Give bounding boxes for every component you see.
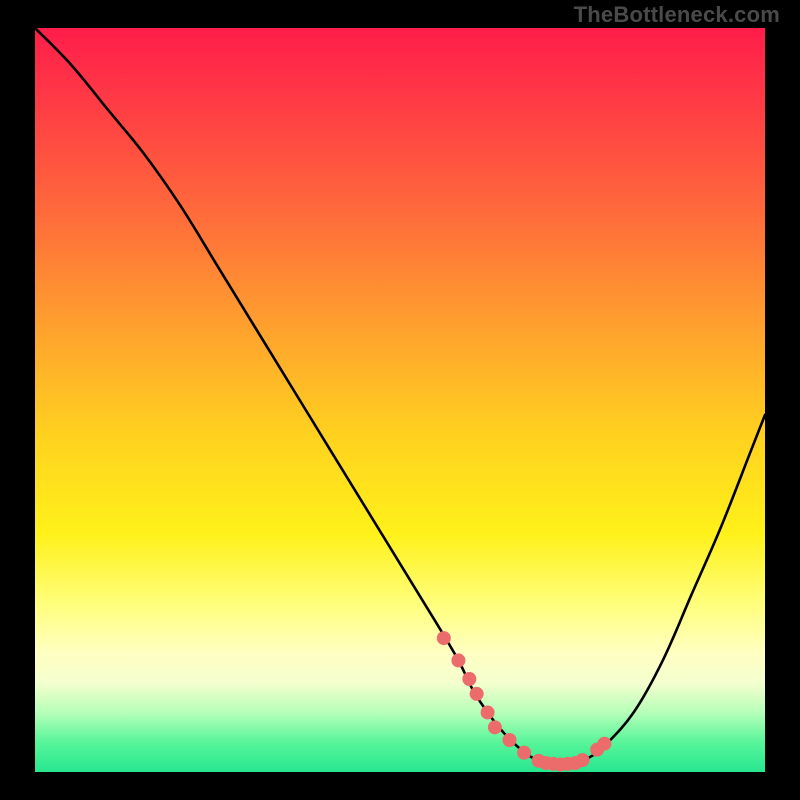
curve-line: [35, 28, 765, 765]
marker-dot: [470, 687, 484, 701]
chart-svg: [35, 28, 765, 772]
marker-dot: [503, 733, 517, 747]
marker-dot: [597, 737, 611, 751]
marker-dot: [517, 746, 531, 760]
curve-markers: [437, 631, 612, 771]
marker-dot: [576, 753, 590, 767]
watermark-text: TheBottleneck.com: [574, 2, 780, 28]
marker-dot: [462, 672, 476, 686]
chart-frame: TheBottleneck.com: [0, 0, 800, 800]
marker-dot: [488, 720, 502, 734]
marker-dot: [437, 631, 451, 645]
marker-dot: [481, 705, 495, 719]
marker-dot: [451, 653, 465, 667]
